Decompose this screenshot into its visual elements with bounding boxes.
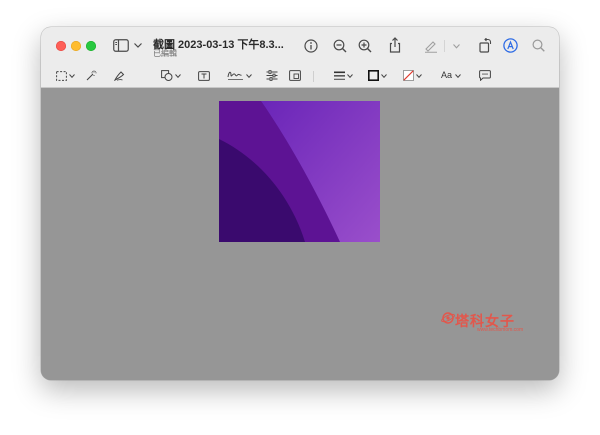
fill-color-chevron-icon[interactable]	[416, 74, 422, 78]
toolbar-divider	[444, 40, 445, 52]
zoom-button[interactable]	[86, 41, 96, 51]
chevron-down-icon[interactable]	[134, 43, 142, 48]
close-button[interactable]	[56, 41, 66, 51]
title-bar: 截圖 2023-03-13 下午8.3... 已編輯	[41, 27, 559, 65]
instant-alpha-icon[interactable]	[86, 70, 97, 81]
adjust-color-icon[interactable]	[266, 70, 278, 81]
text-box-icon[interactable]	[198, 71, 210, 81]
toolbar-divider	[313, 71, 314, 82]
text-style-chevron-icon[interactable]	[455, 74, 461, 78]
selection-chevron-icon[interactable]	[69, 74, 75, 78]
shape-style-icon[interactable]	[334, 71, 345, 81]
fill-color-icon[interactable]	[403, 70, 414, 81]
shapes-icon[interactable]	[161, 70, 173, 81]
watermark-logo-icon	[441, 311, 455, 325]
preview-window: 截圖 2023-03-13 下午8.3... 已編輯 Aa 塔科女子 www.t…	[41, 27, 559, 380]
window-subtitle: 已編輯	[153, 49, 177, 58]
highlight-pen-icon[interactable]	[424, 39, 438, 53]
border-color-chevron-icon[interactable]	[381, 74, 387, 78]
search-icon[interactable]	[532, 39, 545, 52]
highlight-chevron-icon[interactable]	[453, 44, 460, 49]
sketch-icon[interactable]	[114, 70, 126, 81]
description-icon[interactable]	[479, 70, 491, 81]
rotate-icon[interactable]	[478, 38, 492, 53]
border-color-icon[interactable]	[368, 70, 379, 81]
zoom-in-icon[interactable]	[358, 39, 372, 53]
info-icon[interactable]	[304, 39, 318, 53]
signature-chevron-icon[interactable]	[246, 74, 252, 78]
adjust-size-icon[interactable]	[289, 70, 301, 81]
share-icon[interactable]	[389, 37, 401, 53]
shape-style-chevron-icon[interactable]	[347, 74, 353, 78]
screenshot-image[interactable]	[219, 101, 380, 242]
sidebar-toggle-icon[interactable]	[113, 39, 129, 52]
rectangular-selection-icon[interactable]	[56, 71, 67, 81]
zoom-out-icon[interactable]	[333, 39, 347, 53]
text-style-button[interactable]: Aa	[441, 70, 452, 80]
shapes-chevron-icon[interactable]	[175, 74, 181, 78]
signature-icon[interactable]	[227, 69, 245, 81]
markup-icon[interactable]	[503, 38, 518, 53]
watermark-url: www.techbmom.com	[477, 327, 524, 333]
minimize-button[interactable]	[71, 41, 81, 51]
